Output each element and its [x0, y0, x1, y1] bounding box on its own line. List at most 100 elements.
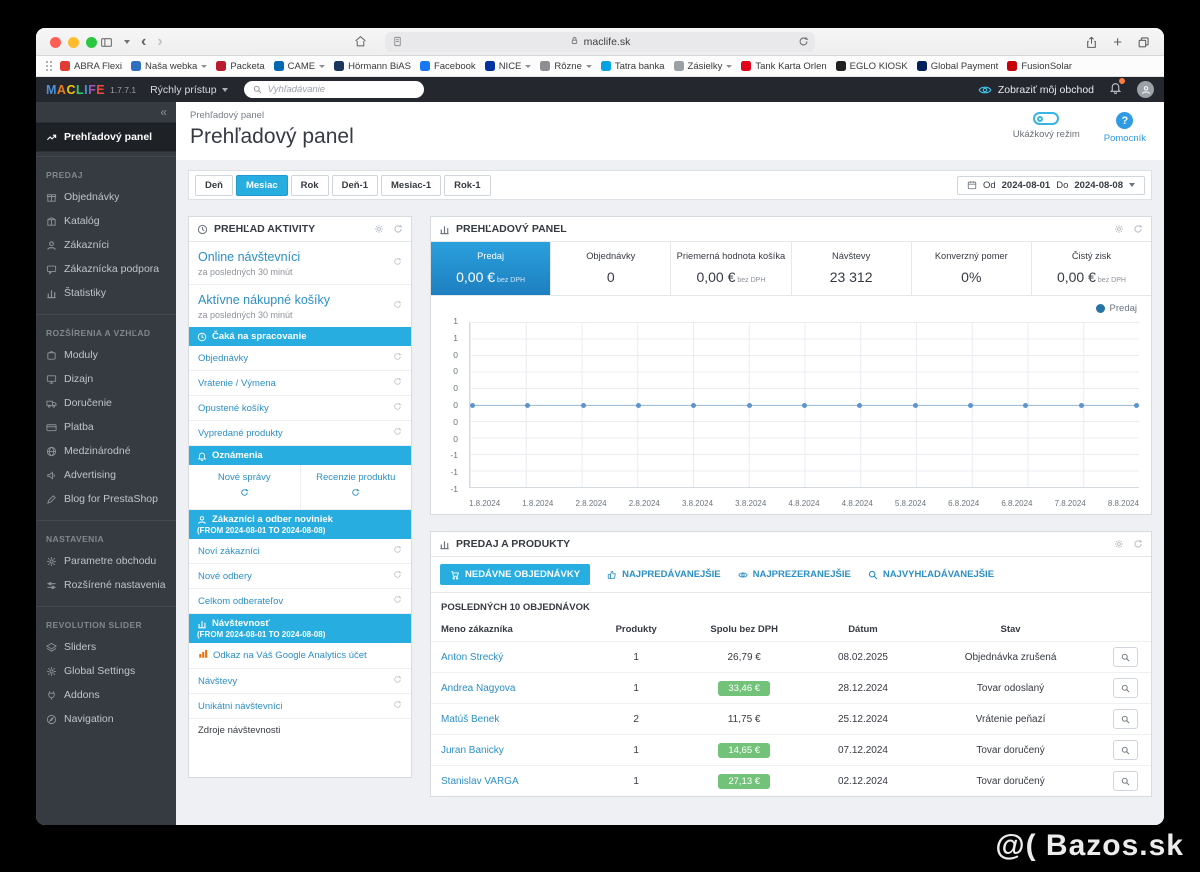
minimize-window-button[interactable]: [68, 37, 79, 48]
avatar[interactable]: [1137, 81, 1154, 98]
admin-search[interactable]: [243, 81, 424, 98]
bookmark-item[interactable]: Tank Karta Orlen: [741, 61, 827, 72]
period-month-button[interactable]: Mesiac: [235, 174, 288, 196]
sidebar-item-shipping[interactable]: Doručenie: [36, 391, 176, 415]
bookmark-item[interactable]: Zásielky: [673, 61, 733, 72]
visits-link[interactable]: Návštevy: [189, 669, 411, 694]
unique-visitors-link[interactable]: Unikátni návštevníci: [189, 694, 411, 719]
kpi-net-profit[interactable]: Čistý zisk 0,00 € bez DPH: [1032, 242, 1151, 295]
close-window-button[interactable]: [50, 37, 61, 48]
bookmark-item[interactable]: Facebook: [419, 61, 476, 72]
page-settings-icon[interactable]: [392, 36, 403, 50]
period-month-1-button[interactable]: Mesiac-1: [381, 174, 442, 196]
sidebar-item-customer-service[interactable]: Zákaznícka podpora: [36, 257, 176, 281]
sidebar-item-catalog[interactable]: Katalóg: [36, 209, 176, 233]
customer-link[interactable]: Matúš Benek: [441, 714, 499, 725]
period-day-button[interactable]: Deň: [195, 174, 233, 196]
period-day-1-button[interactable]: Deň-1: [331, 174, 378, 196]
kpi-cart-value[interactable]: Priemerná hodnota košíka 0,00 € bez DPH: [671, 242, 792, 295]
bookmark-item[interactable]: Tatra banka: [600, 61, 665, 72]
reload-icon[interactable]: [798, 36, 809, 50]
sidebar-item-payment[interactable]: Platba: [36, 415, 176, 439]
kpi-visits[interactable]: Návštevy 23 312: [792, 242, 912, 295]
new-tab-button[interactable]: +: [1113, 35, 1122, 50]
date-range-picker[interactable]: Od 2024-08-01 Do 2024-08-08: [956, 175, 1145, 195]
zoom-window-button[interactable]: [86, 37, 97, 48]
gear-icon[interactable]: [1114, 539, 1124, 549]
view-order-button[interactable]: [1113, 771, 1139, 791]
customer-link[interactable]: Andrea Nagyova: [441, 683, 516, 694]
bookmark-item[interactable]: Global Payment: [916, 61, 998, 72]
total-subscribers-link[interactable]: Celkom odberateľov: [189, 589, 411, 614]
sidebar-item-addons[interactable]: Addons: [36, 683, 176, 707]
bookmark-item[interactable]: CAME: [273, 61, 326, 72]
returns-link[interactable]: Vrátenie / Výmena: [189, 371, 411, 396]
bookmark-item[interactable]: ABRA Flexi: [60, 61, 122, 72]
period-year-button[interactable]: Rok: [290, 174, 329, 196]
back-button[interactable]: ‹: [141, 34, 146, 50]
bookmark-item[interactable]: Rôzne: [540, 61, 592, 72]
active-carts[interactable]: Aktívne nákupné košíky za posledných 30 …: [189, 284, 411, 327]
period-year-1-button[interactable]: Rok-1: [444, 174, 491, 196]
address-bar[interactable]: maclife.sk: [385, 32, 815, 52]
sidebar-collapse-button[interactable]: «: [36, 102, 176, 122]
pending-orders-link[interactable]: Objednávky: [189, 346, 411, 371]
quick-access-dropdown[interactable]: Rýchly prístup: [150, 84, 228, 96]
bookmark-item[interactable]: EGLO KIOSK: [835, 61, 908, 72]
new-subscriptions-link[interactable]: Nové odbery: [189, 564, 411, 589]
view-order-button[interactable]: [1113, 709, 1139, 729]
bookmark-item[interactable]: Naša webka: [131, 61, 208, 72]
sidebar-item-international[interactable]: Medzinárodné: [36, 439, 176, 463]
tab-best-sellers[interactable]: NAJPREDÁVANEJŠIE: [607, 569, 721, 580]
sidebar-toggle-icon[interactable]: [100, 36, 113, 49]
kpi-conversion[interactable]: Konverzný pomer 0%: [912, 242, 1032, 295]
gear-icon[interactable]: [374, 224, 384, 234]
tab-recent-orders[interactable]: NEDÁVNE OBJEDNÁVKY: [440, 564, 591, 585]
share-icon[interactable]: [1085, 36, 1098, 49]
help-button[interactable]: ? Pomocník: [1104, 112, 1146, 144]
shop-logo[interactable]: M A C L I F E: [46, 83, 105, 97]
new-messages-link[interactable]: Nové správy: [189, 465, 300, 509]
bookmark-item[interactable]: Hörmann BiAS: [334, 61, 411, 72]
out-of-stock-link[interactable]: Vypredané produkty: [189, 421, 411, 446]
online-visitors[interactable]: Online návštevníci za posledných 30 minú…: [189, 242, 411, 284]
sidebar-item-blog[interactable]: Blog for PrestaShop: [36, 487, 176, 511]
bookmark-item[interactable]: NICE: [484, 61, 532, 72]
abandoned-carts-link[interactable]: Opustené košíky: [189, 396, 411, 421]
sidebar-item-modules[interactable]: Moduly: [36, 343, 176, 367]
sidebar-item-stats[interactable]: Štatistiky: [36, 281, 176, 305]
home-icon[interactable]: [354, 35, 367, 53]
customer-link[interactable]: Juran Banicky: [441, 745, 504, 756]
bookmark-item[interactable]: Packeta: [216, 61, 265, 72]
gear-icon[interactable]: [1114, 224, 1124, 234]
view-order-button[interactable]: [1113, 740, 1139, 760]
sidebar-item-navigation[interactable]: Navigation: [36, 707, 176, 731]
tab-most-viewed[interactable]: NAJPREZERANEJŠIE: [738, 569, 851, 580]
new-customers-link[interactable]: Noví zákazníci: [189, 539, 411, 564]
view-order-button[interactable]: [1113, 678, 1139, 698]
sidebar-item-sliders[interactable]: Sliders: [36, 635, 176, 659]
refresh-icon[interactable]: [1133, 539, 1143, 549]
sidebar-item-customers[interactable]: Zákazníci: [36, 233, 176, 257]
bookmark-item[interactable]: FusionSolar: [1007, 61, 1072, 72]
sidebar-item-orders[interactable]: Objednávky: [36, 185, 176, 209]
sidebar-item-shop-parameters[interactable]: Parametre obchodu: [36, 549, 176, 573]
view-shop-link[interactable]: Zobraziť môj obchod: [978, 83, 1094, 97]
kpi-orders[interactable]: Objednávky 0: [551, 242, 672, 295]
sidebar-item-dashboard[interactable]: Prehľadový panel: [36, 122, 176, 152]
sidebar-item-global-settings[interactable]: Global Settings: [36, 659, 176, 683]
view-order-button[interactable]: [1113, 647, 1139, 667]
refresh-icon[interactable]: [393, 224, 403, 234]
customer-link[interactable]: Stanislav VARGA: [441, 776, 519, 787]
forward-button[interactable]: ›: [157, 34, 162, 50]
search-input[interactable]: [267, 84, 415, 95]
apps-grid-icon[interactable]: [46, 65, 48, 67]
demo-mode-toggle[interactable]: Ukážkový režim: [1013, 112, 1080, 144]
customer-link[interactable]: Anton Strecký: [441, 652, 503, 663]
tab-overview-icon[interactable]: [1137, 36, 1150, 49]
sidebar-item-advertising[interactable]: Advertising: [36, 463, 176, 487]
product-reviews-link[interactable]: Recenzie produktu: [299, 465, 412, 509]
sidebar-item-advanced[interactable]: Rozšírené nastavenia: [36, 573, 176, 597]
google-analytics-link[interactable]: Odkaz na Váš Google Analytics účet: [189, 643, 411, 669]
sidebar-menu-caret-icon[interactable]: [124, 40, 130, 44]
